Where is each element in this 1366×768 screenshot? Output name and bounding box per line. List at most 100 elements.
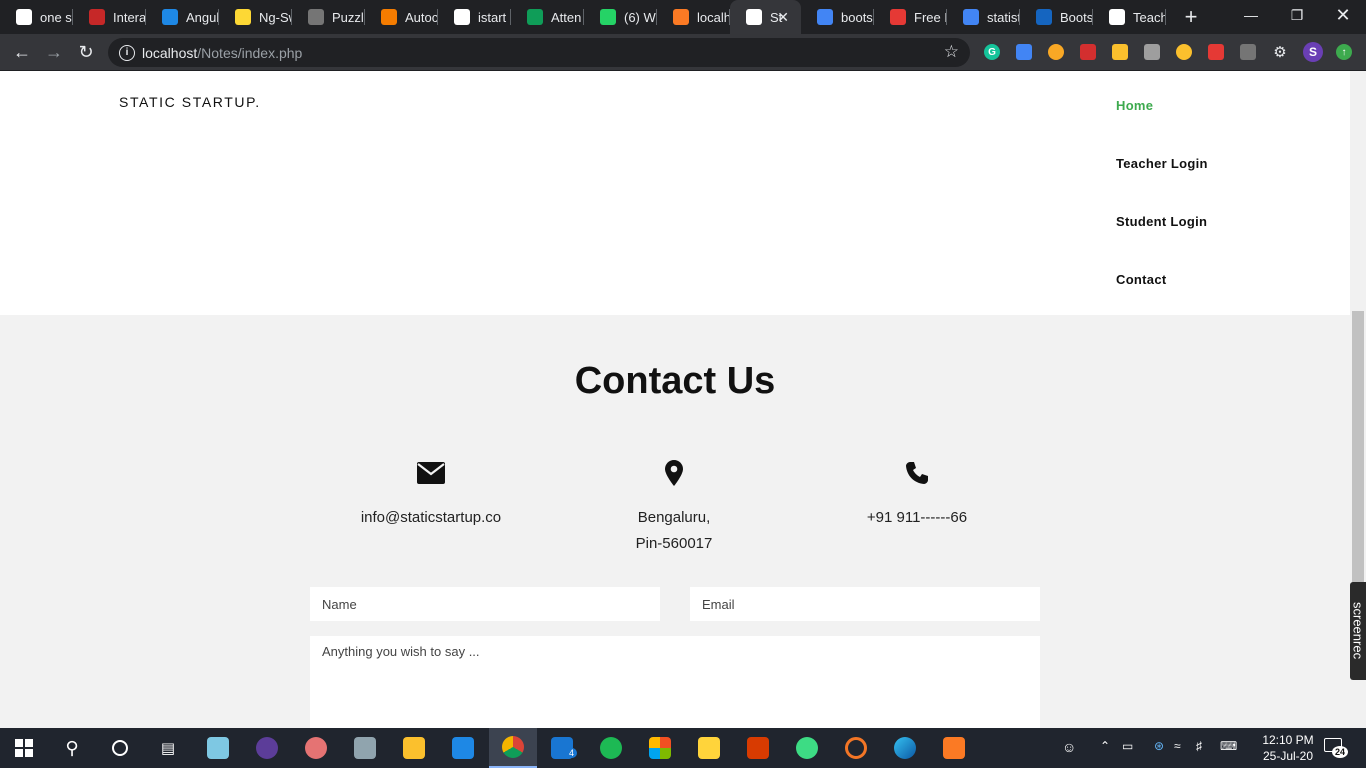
ib-icon	[162, 9, 178, 25]
xampp-icon[interactable]	[930, 728, 978, 768]
close-tab-icon[interactable]: ✕	[777, 9, 789, 26]
site-brand[interactable]: STATIC STARTUP.	[119, 94, 261, 110]
bookmark-star-icon[interactable]: ☆	[944, 42, 959, 62]
google-icon	[817, 9, 833, 25]
tab-label: Atten	[551, 9, 582, 25]
bootstrap-icon	[1036, 9, 1052, 25]
extensions-puzzle-icon[interactable]: ⚙	[1272, 44, 1288, 61]
browser-tab[interactable]: Autoc	[365, 0, 438, 34]
mail-app-icon[interactable]: 4	[538, 728, 586, 768]
eclipse-app-icon[interactable]	[243, 728, 291, 768]
file-explorer-icon[interactable]	[390, 728, 438, 768]
grammarly-extension-icon[interactable]: G	[984, 44, 1000, 60]
browser-tab[interactable]: statist	[947, 0, 1020, 34]
search-icon[interactable]: ⚲	[48, 728, 96, 768]
bulb-icon	[235, 9, 251, 25]
browser-tab[interactable]: Free E	[874, 0, 947, 34]
picture-extension-icon[interactable]	[1112, 44, 1128, 60]
reload-button[interactable]: ↻	[74, 40, 98, 64]
vscode-icon[interactable]	[439, 728, 487, 768]
browser-tab[interactable]: Boots	[1020, 0, 1093, 34]
forward-button[interactable]: →	[42, 40, 66, 64]
task-view-icon[interactable]: ▤	[144, 728, 192, 768]
clock-date: 25-Jul-20	[1262, 749, 1314, 763]
keyboard-icon[interactable]: ⌨	[1220, 739, 1237, 753]
cortana-icon[interactable]	[96, 728, 144, 768]
tab-label: statist	[987, 9, 1019, 25]
camera-extension-icon[interactable]	[1240, 44, 1256, 60]
browser-toolbar: ← → ↻ i localhost/Notes/index.php ☆ G ⚙ …	[0, 34, 1366, 71]
bluetooth-icon[interactable]: ⊛	[1154, 739, 1164, 753]
back-button[interactable]: ←	[10, 40, 34, 64]
office-tiles-icon[interactable]	[636, 728, 684, 768]
wifi-icon[interactable]: ≈	[1174, 739, 1181, 753]
site-info-icon[interactable]: i	[119, 44, 135, 61]
nav-teacher-login-link[interactable]: Teacher Login	[1116, 156, 1208, 171]
tab-label: boots	[841, 9, 873, 25]
tab-label: istart	[478, 9, 507, 25]
nav-student-login-link[interactable]: Student Login	[1116, 214, 1207, 229]
paint-app-icon[interactable]	[292, 728, 340, 768]
book-extension-icon[interactable]	[1080, 44, 1096, 60]
address-line-1: Bengaluru,	[637, 509, 711, 526]
message-textarea[interactable]	[310, 636, 1040, 728]
browser-tab[interactable]: boots	[801, 0, 874, 34]
chrome-extension-icon[interactable]	[1176, 44, 1192, 60]
android-studio-icon[interactable]	[783, 728, 831, 768]
close-window-button[interactable]: ✕	[1320, 0, 1366, 30]
tab-label: Autoc	[405, 9, 437, 25]
contact-email-block: info@staticstartup.co	[311, 458, 551, 531]
update-icon[interactable]: ↑	[1336, 44, 1352, 60]
python-idle-icon[interactable]	[685, 728, 733, 768]
nav-home-link[interactable]: Home	[1116, 98, 1153, 113]
tab-label: one st	[40, 9, 72, 25]
volume-muted-icon[interactable]: ♯	[1196, 739, 1202, 753]
browser-tab[interactable]: localh	[657, 0, 730, 34]
chrome-taskbar-icon[interactable]	[489, 728, 537, 768]
browser-tab[interactable]: Angul	[146, 0, 219, 34]
office-app-icon[interactable]	[734, 728, 782, 768]
sheets-icon	[527, 9, 543, 25]
clock[interactable]: 12:10 PM 25-Jul-20	[1252, 732, 1324, 764]
phone-icon	[797, 458, 1037, 488]
browser-tab[interactable]: Atten	[511, 0, 584, 34]
browser-tab[interactable]: St ✕	[730, 0, 801, 34]
spotify-icon[interactable]	[587, 728, 635, 768]
browser-tab[interactable]: (6) Wh	[584, 0, 657, 34]
tab-label: Ng-Sw	[259, 9, 291, 25]
notes-app-icon[interactable]	[194, 728, 242, 768]
name-input[interactable]	[310, 587, 660, 621]
notification-center-icon[interactable]: 24	[1324, 738, 1349, 758]
address-bar[interactable]: i localhost/Notes/index.php ☆	[108, 38, 970, 67]
browser-tab[interactable]: Teach	[1093, 0, 1166, 34]
browser-tab[interactable]: Ng-Sw	[219, 0, 292, 34]
screenrec-overlay[interactable]: screenrec	[1350, 582, 1366, 680]
new-tab-button[interactable]: +	[1176, 0, 1206, 34]
windows-start-icon[interactable]	[0, 728, 48, 768]
jupyter-icon[interactable]	[832, 728, 880, 768]
profile-avatar[interactable]: S	[1303, 42, 1323, 62]
edge-icon[interactable]	[881, 728, 929, 768]
reader-extension-icon[interactable]	[1144, 44, 1160, 60]
battery-icon[interactable]: ▭	[1122, 739, 1133, 753]
browser-tab[interactable]: Intera	[73, 0, 146, 34]
calendar-extension-icon[interactable]	[1016, 44, 1032, 60]
owl-extension-icon[interactable]	[1048, 44, 1064, 60]
nav-contact-link[interactable]: Contact	[1116, 272, 1167, 287]
browser-tab[interactable]: Puzzle	[292, 0, 365, 34]
camera-app-icon[interactable]	[341, 728, 389, 768]
browser-tab[interactable]: one st	[0, 0, 73, 34]
tab-label: Puzzle	[332, 9, 364, 25]
video-extension-icon[interactable]	[1208, 44, 1224, 60]
s-icon	[890, 9, 906, 25]
people-icon[interactable]: ☺	[1062, 739, 1076, 755]
browser-tab[interactable]: istart	[438, 0, 511, 34]
chart-icon	[16, 9, 32, 25]
email-input[interactable]	[690, 587, 1040, 621]
contact-phone-text: +91 911------66	[866, 509, 968, 526]
restore-window-button[interactable]: ❐	[1274, 0, 1320, 30]
chevron-up-icon[interactable]: ⌃	[1100, 739, 1110, 753]
github-icon	[454, 9, 470, 25]
url-path: /Notes/index.php	[197, 44, 303, 61]
minimize-window-button[interactable]: —	[1228, 0, 1274, 30]
